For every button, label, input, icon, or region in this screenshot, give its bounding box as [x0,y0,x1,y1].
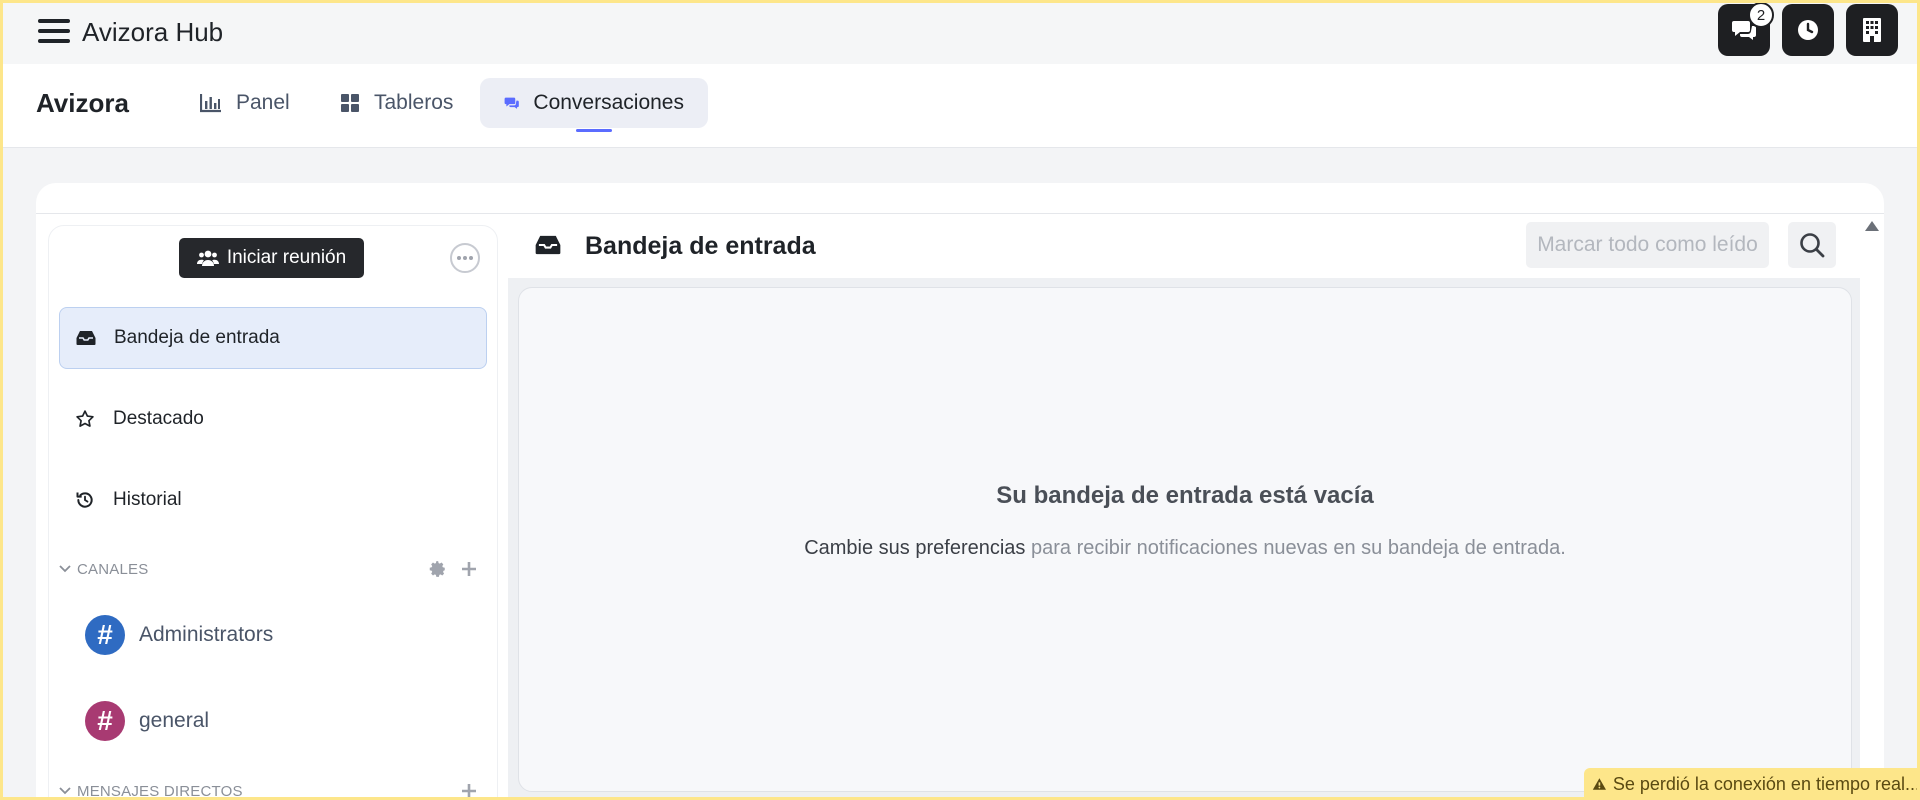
mark-all-read-button[interactable]: Marcar todo como leído [1526,222,1769,268]
history-icon [76,492,93,508]
search-button[interactable] [1788,222,1836,268]
building-button[interactable] [1846,4,1898,56]
add-dm-icon[interactable] [461,783,477,799]
channel-tools [429,560,477,578]
search-icon [1800,233,1825,258]
clock-icon [1798,20,1818,40]
tab-panel-label: Panel [236,91,290,114]
channels-section-header[interactable]: CANALES [59,555,487,583]
add-channel-icon[interactable] [461,561,477,577]
brand-title: Avizora Hub [82,17,224,47]
chat-count-badge: 2 [1748,2,1774,28]
tab-tableros[interactable]: Tableros [316,78,477,128]
channel-hash-icon: # [85,701,125,741]
sidebar-item-inbox[interactable]: Bandeja de entrada [59,307,487,369]
app-name: Avizora [36,88,129,118]
toast-text: Se perdió la conexión en tiempo real... [1612,773,1920,794]
grid-icon [341,94,359,112]
start-meeting-button[interactable]: Iniciar reunión [179,238,364,278]
inbox-icon [76,331,96,345]
sidebar-item-history[interactable]: Historial [59,469,487,531]
top-actions: 2 [1718,2,1898,56]
tab-conversaciones-label: Conversaciones [533,91,684,114]
sidebar-item-label: Destacado [113,408,204,429]
sidebar-item-starred[interactable]: Destacado [59,388,487,450]
top-bar: Avizora Hub 2 [0,0,1920,64]
sidebar-item-label: Historial [113,489,182,510]
channel-administrators[interactable]: # Administrators [85,607,485,663]
active-tab-indicator [576,129,612,132]
gear-icon[interactable] [429,560,447,578]
tab-panel[interactable]: Panel [176,78,314,128]
empty-state-description: para recibir notificaciones nuevas en su… [1025,537,1566,559]
empty-state-card: Su bandeja de entrada está vacía Cambie … [518,287,1852,792]
change-preferences-link[interactable]: Cambie sus preferencias [804,537,1025,559]
empty-state-text: Cambie sus preferencias para recibir not… [519,537,1851,560]
channel-label: general [139,709,210,732]
star-icon [76,410,94,427]
tab-conversaciones[interactable]: Conversaciones [480,78,708,132]
tab-tableros-label: Tableros [374,91,454,114]
channels-header-label: CANALES [77,560,149,578]
sidebar-item-label: Bandeja de entrada [114,327,280,348]
channel-general[interactable]: # general [85,693,485,749]
conversations-sidebar: Iniciar reunión Bandeja de entrada Desta… [48,225,498,800]
start-meeting-label: Iniciar reunión [226,247,347,268]
warning-icon [1592,778,1606,790]
users-icon [196,250,219,266]
chat-icon [504,97,519,109]
building-icon [1863,18,1881,42]
connection-lost-toast: Se perdió la conexión en tiempo real... [1584,768,1920,800]
card-divider [36,213,1884,214]
channel-label: Administrators [139,623,274,646]
scroll-up-arrow-icon[interactable] [1864,219,1880,233]
bar-chart-icon [200,94,221,113]
dm-header-label: MENSAJES DIRECTOS [77,782,243,800]
inbox-icon [535,235,561,255]
more-options-icon[interactable] [450,243,480,273]
inbox-header: Bandeja de entrada Marcar todo como leíd… [508,218,1860,278]
app-nav: Avizora Panel Tableros Conversaciones [0,64,1920,148]
menu-icon[interactable] [38,17,70,45]
empty-state-title: Su bandeja de entrada está vacía [996,482,1374,509]
clock-button[interactable] [1782,4,1834,56]
chevron-down-icon [59,787,71,795]
channel-hash-icon: # [85,615,125,655]
direct-messages-section-header[interactable]: MENSAJES DIRECTOS [59,777,487,800]
chat-button[interactable]: 2 [1718,2,1774,56]
dm-tools [461,783,477,799]
page-title: Bandeja de entrada [585,232,816,260]
chevron-down-icon [59,565,71,573]
